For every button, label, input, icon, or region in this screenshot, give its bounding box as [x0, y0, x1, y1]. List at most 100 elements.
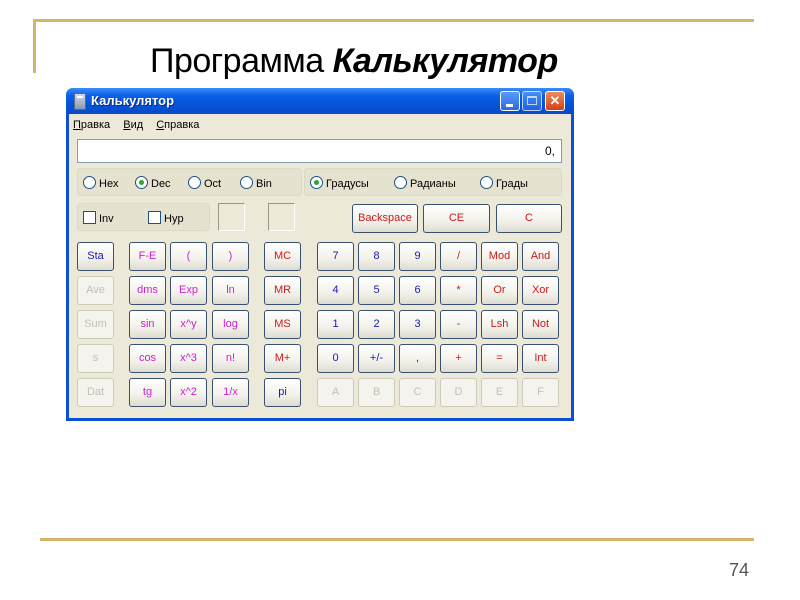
sci-button-ln[interactable]: ln [212, 276, 249, 305]
radio-oct-label: Oct [204, 178, 222, 190]
checkbox-hyp-label: Hyp [164, 213, 184, 225]
radio-hex[interactable]: Hex [83, 176, 119, 190]
inv-hyp-group: Inv Hyp [77, 203, 210, 231]
radio-degrees-label: Градусы [326, 178, 369, 190]
checkbox-inv[interactable]: Inv [83, 211, 114, 225]
minimize-button[interactable] [500, 91, 520, 111]
key-button-comma[interactable]: , [399, 344, 436, 373]
stat-button-sta[interactable]: Sta [77, 242, 114, 271]
stat-button-s[interactable]: s [77, 344, 114, 373]
memory-button-mplus[interactable]: M+ [264, 344, 301, 373]
menu-view[interactable]: Вид [123, 119, 143, 131]
key-button-2[interactable]: 2 [358, 310, 395, 339]
key-button-mod[interactable]: Mod [481, 242, 518, 271]
top-rule [33, 19, 754, 22]
sci-button-xpow3[interactable]: x^3 [170, 344, 207, 373]
key-button-1[interactable]: 1 [317, 310, 354, 339]
radio-grads[interactable]: Грады [480, 176, 528, 190]
menu-help-accel: С [156, 119, 165, 131]
page-number: 74 [729, 560, 750, 580]
clear-button[interactable]: C [496, 204, 562, 233]
key-button-plus[interactable]: + [440, 344, 477, 373]
sci-button-nfact[interactable]: n! [212, 344, 249, 373]
key-button-3[interactable]: 3 [399, 310, 436, 339]
bottom-rule [40, 538, 754, 541]
radio-radians[interactable]: Радианы [394, 176, 456, 190]
result-display[interactable]: 0, [77, 139, 562, 163]
slide-title-regular: Программа [150, 42, 324, 80]
key-button-lsh[interactable]: Lsh [481, 310, 518, 339]
radio-hex-dot [83, 176, 96, 189]
sci-button-dms[interactable]: dms [129, 276, 166, 305]
sci-button-log[interactable]: log [212, 310, 249, 339]
memory-button-ms[interactable]: MS [264, 310, 301, 339]
key-button-d[interactable]: D [440, 378, 477, 407]
radio-degrees[interactable]: Градусы [310, 176, 369, 190]
radio-dec-label: Dec [151, 178, 171, 190]
angle-units-group: Градусы Радианы Грады [304, 168, 562, 196]
checkbox-hyp[interactable]: Hyp [148, 211, 184, 225]
key-button-7[interactable]: 7 [317, 242, 354, 271]
key-button-and[interactable]: And [522, 242, 559, 271]
radio-dec[interactable]: Dec [135, 176, 171, 190]
key-button-9[interactable]: 9 [399, 242, 436, 271]
slide-title-bold: Калькулятор [332, 42, 559, 80]
key-button-not[interactable]: Not [522, 310, 559, 339]
title-bar[interactable]: Калькулятор ✕ [66, 88, 574, 114]
slide-title: Программа Калькулятор [150, 42, 558, 81]
calculator-window: Калькулятор ✕ Правка Вид Справка 0, Hex … [66, 88, 574, 421]
sci-button-xpowy[interactable]: x^y [170, 310, 207, 339]
memory-button-mc[interactable]: MC [264, 242, 301, 271]
key-button-minus[interactable]: - [440, 310, 477, 339]
sci-button-sin[interactable]: sin [129, 310, 166, 339]
memory-button-pi[interactable]: pi [264, 378, 301, 407]
sci-button-rparen[interactable]: ) [212, 242, 249, 271]
radio-oct[interactable]: Oct [188, 176, 221, 190]
key-button-equals[interactable]: = [481, 344, 518, 373]
key-button-5[interactable]: 5 [358, 276, 395, 305]
key-button-4[interactable]: 4 [317, 276, 354, 305]
close-button[interactable]: ✕ [545, 91, 565, 111]
stat-button-sum[interactable]: Sum [77, 310, 114, 339]
key-button-0[interactable]: 0 [317, 344, 354, 373]
radio-degrees-dot [310, 176, 323, 189]
sci-button-exp[interactable]: Exp [170, 276, 207, 305]
menu-help[interactable]: Справка [156, 119, 199, 131]
key-button-c[interactable]: C [399, 378, 436, 407]
key-button-div[interactable]: / [440, 242, 477, 271]
sci-button-cos[interactable]: cos [129, 344, 166, 373]
backspace-button[interactable]: Backspace [352, 204, 418, 233]
client-area: Правка Вид Справка 0, Hex Dec Oct Bin Гр… [69, 114, 571, 418]
menu-edit[interactable]: Правка [73, 119, 110, 131]
key-button-6[interactable]: 6 [399, 276, 436, 305]
key-button-int[interactable]: Int [522, 344, 559, 373]
clear-entry-button[interactable]: CE [423, 204, 490, 233]
menu-help-label: правка [164, 119, 200, 131]
sci-button-lparen[interactable]: ( [170, 242, 207, 271]
sci-button-fminuse[interactable]: F-E [129, 242, 166, 271]
key-button-f[interactable]: F [522, 378, 559, 407]
checkbox-inv-box [83, 211, 96, 224]
maximize-button[interactable] [522, 91, 542, 111]
parentheses-indicator [218, 203, 245, 231]
stat-button-dat[interactable]: Dat [77, 378, 114, 407]
menu-edit-accel: П [73, 119, 81, 131]
radio-dec-dot [135, 176, 148, 189]
key-button-mul[interactable]: * [440, 276, 477, 305]
memory-button-mr[interactable]: MR [264, 276, 301, 305]
key-button-xor[interactable]: Xor [522, 276, 559, 305]
checkbox-inv-label: Inv [99, 213, 114, 225]
radio-bin-dot [240, 176, 253, 189]
key-button-e[interactable]: E [481, 378, 518, 407]
stat-button-ave[interactable]: Ave [77, 276, 114, 305]
sci-button-1divx[interactable]: 1/x [212, 378, 249, 407]
key-button-8[interactable]: 8 [358, 242, 395, 271]
sci-button-xpow2[interactable]: x^2 [170, 378, 207, 407]
key-button-a[interactable]: A [317, 378, 354, 407]
sci-button-tg[interactable]: tg [129, 378, 166, 407]
key-button-or[interactable]: Or [481, 276, 518, 305]
key-button-b[interactable]: B [358, 378, 395, 407]
key-button-plusdivminus[interactable]: +/- [358, 344, 395, 373]
left-rule [33, 19, 36, 73]
radio-bin[interactable]: Bin [240, 176, 272, 190]
